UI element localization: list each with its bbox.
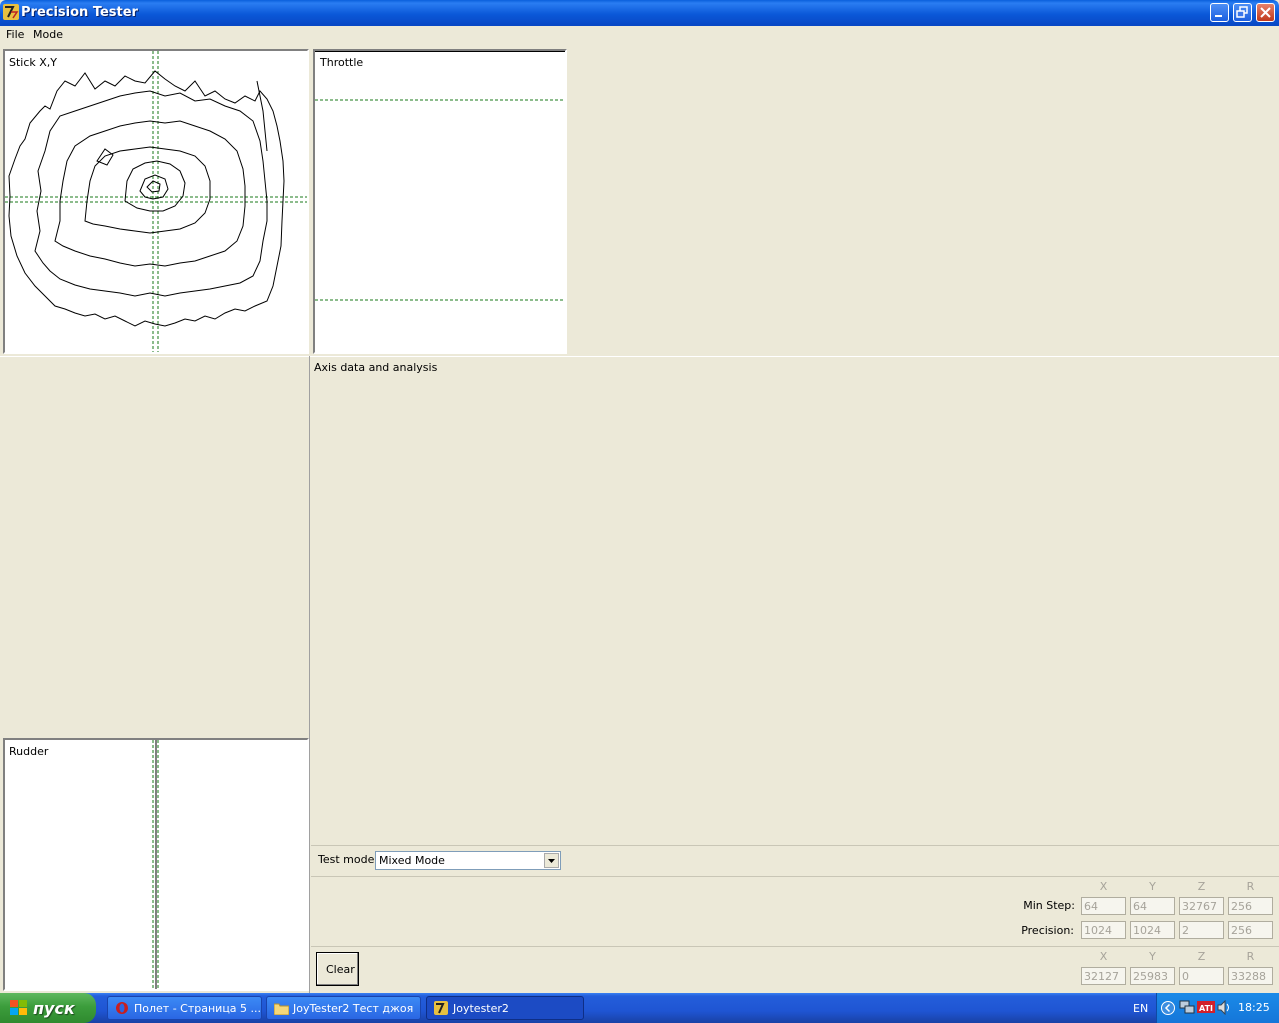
windows-logo-icon [10,1000,27,1015]
current-r: 33288 [1228,967,1273,985]
menu-mode[interactable]: Mode [33,28,63,41]
col-z: Z [1197,950,1206,963]
app-icon [434,1001,448,1015]
col-r: R [1246,950,1255,963]
min-step-x: 64 [1081,897,1126,915]
throttle-label: Throttle [320,56,364,69]
col-x: X [1099,950,1108,963]
window-title: Precision Tester [21,5,138,20]
rudder-trace [152,740,159,989]
menu-bar [0,26,1279,44]
task-item-joytester[interactable]: Joytester2 [426,996,584,1020]
language-indicator[interactable]: EN [1133,1002,1148,1015]
current-y: 25983 [1130,967,1175,985]
task-label: JoyTester2 Тест джоя [293,1002,414,1015]
col-r: R [1246,880,1255,893]
network-icon[interactable] [1179,1000,1195,1015]
start-label: пуск [33,999,75,1018]
title-bar[interactable] [0,0,1279,26]
restore-icon [1236,6,1248,18]
svg-text:ATI: ATI [1199,1004,1213,1013]
task-label: Полет - Страница 5 ... [134,1002,262,1015]
rudder-label: Rudder [9,745,49,758]
chevron-down-icon [548,859,555,863]
clear-button[interactable]: Clear [316,952,359,986]
restore-button[interactable] [1233,3,1252,22]
close-button[interactable] [1256,3,1275,22]
app-icon [3,4,19,20]
task-item-folder[interactable]: JoyTester2 Тест джоя [266,996,421,1020]
rudder-plot: Rudder [3,738,309,991]
clock[interactable]: 18:25 [1238,1001,1270,1014]
dropdown-arrow-button[interactable] [544,853,559,868]
test-mode-value: Mixed Mode [379,854,445,867]
separator [311,876,1279,877]
speaker-icon[interactable] [1217,1000,1231,1015]
minimize-button[interactable] [1210,3,1229,22]
col-x: X [1099,880,1108,893]
separator [311,845,1279,846]
clear-button-label: Clear [326,963,355,976]
precision-x: 1024 [1081,921,1126,939]
separator [311,946,1279,947]
close-icon [1260,7,1271,18]
test-mode-select[interactable]: Mixed Mode [375,851,561,870]
current-z: 0 [1179,967,1224,985]
col-y: Y [1149,880,1156,893]
min-step-r: 256 [1228,897,1273,915]
test-mode-label: Test mode: [318,853,379,866]
throttle-plot: Throttle [313,49,567,354]
current-x: 32127 [1081,967,1126,985]
precision-y: 1024 [1130,921,1175,939]
separator [0,356,1279,357]
precision-r: 256 [1228,921,1273,939]
ati-icon[interactable]: ATI [1197,1001,1215,1013]
throttle-trace [315,51,565,301]
stick-label: Stick X,Y [9,56,58,69]
precision-label: Precision: [1021,924,1074,937]
axis-data-label: Axis data and analysis [314,361,438,374]
task-label: Joytester2 [453,1002,509,1015]
folder-icon [274,1003,289,1015]
col-y: Y [1149,950,1156,963]
minimize-icon [1215,15,1222,17]
stick-trace [5,51,307,352]
min-step-z: 32767 [1179,897,1224,915]
chevron-left-icon[interactable] [1161,1001,1175,1015]
task-item-browser[interactable]: Полет - Страница 5 ... [107,996,262,1020]
stick-plot: Stick X,Y [3,49,309,354]
precision-z: 2 [1179,921,1224,939]
min-step-label: Min Step: [1023,899,1075,912]
min-step-y: 64 [1130,897,1175,915]
opera-icon [116,1002,128,1014]
col-z: Z [1197,880,1206,893]
menu-file[interactable]: File [6,28,24,41]
vertical-divider [309,356,310,993]
